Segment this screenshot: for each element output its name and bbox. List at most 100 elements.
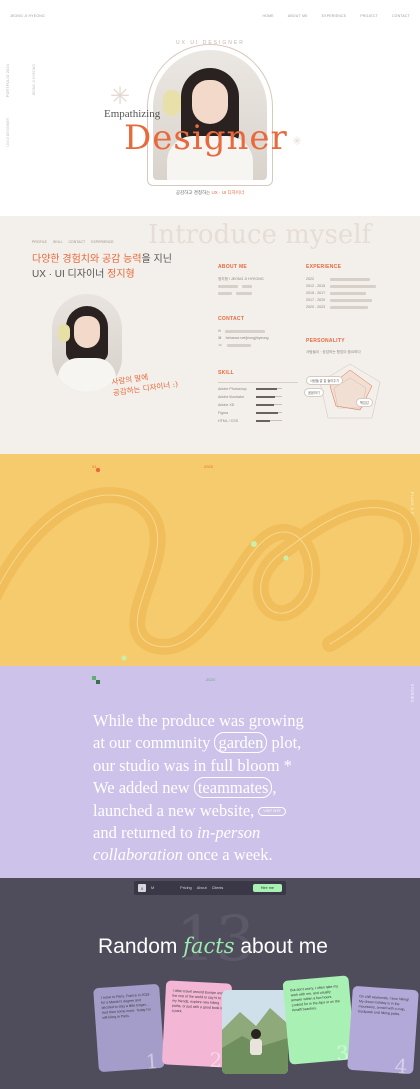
skill-row: Adobe Illustrator: [218, 393, 298, 401]
story-line: our studio was in full bloom *: [93, 755, 292, 775]
nav-item-about[interactable]: ABOUT ME: [288, 14, 308, 18]
curved-label: UX UI DESIGNER: [176, 40, 245, 46]
about-crumbs: PROFILE SKILL CONTACT EXPERIENCE: [32, 240, 114, 244]
fact-card[interactable]: I move to Paris, France in 2019 for a Ma…: [93, 983, 165, 1073]
sparkle-small-icon: ✳: [292, 134, 303, 148]
skill-title: SKILL: [218, 370, 234, 376]
fact-text: I often travel around Europe and the res…: [171, 988, 224, 1014]
contact-email[interactable]: behance.net/jeongjihyeong: [226, 335, 269, 342]
floating-nav: X M Pricing About Clients Hire me: [134, 881, 286, 895]
crumb-skill[interactable]: SKILL: [53, 240, 63, 244]
about-name: 정지형 / JEONG JI HYEONG: [218, 277, 264, 281]
personality-tag: 사람들 말 잘 들어주기: [306, 376, 344, 385]
personality-tag: 꼼꼼하기: [304, 388, 324, 397]
side-label-top: PORTFOLIO 2024: [6, 64, 10, 98]
hire-me-button[interactable]: Hire me: [252, 884, 282, 892]
yellow-dot: [95, 467, 101, 473]
about-line: [218, 290, 288, 297]
nav-menu: HOME ABOUT ME EXPERIENCE PROJECT CONTACT: [262, 14, 410, 18]
skill-row: Figma: [218, 409, 298, 417]
experience-year: 2017 - 2020: [306, 298, 326, 302]
purple-year: 2023: [206, 677, 215, 682]
mail-icon: ✉: [218, 329, 222, 333]
nav-item-home[interactable]: HOME: [262, 14, 273, 18]
facts-title: Random facts about me: [98, 934, 328, 959]
yellow-section: 01 2023 PLANS & STORIES: [0, 454, 420, 666]
story-text: once a week.: [182, 845, 273, 865]
fact-number: 1: [144, 1049, 160, 1073]
ribbon-path: [0, 487, 420, 655]
fact-number: 2: [208, 1047, 223, 1068]
teammates-pill[interactable]: teammates: [193, 777, 273, 799]
handwritten-quote: 사람의 말에 공감하는 디자이너 :): [111, 368, 179, 399]
fact-text: On chill weekends, I love hiking! My dre…: [358, 994, 410, 1017]
top-nav: JEONG JI HYEONG HOME ABOUT ME EXPERIENCE…: [10, 14, 410, 22]
garden-pill[interactable]: garden: [214, 732, 268, 754]
story-emphasis: in-person: [197, 823, 261, 843]
experience-year: 2012 - 2015: [306, 284, 326, 288]
skill-level-bar: [256, 387, 278, 390]
about-headline: 다양한 경험치와 공감 능력을 지닌 UX · UI 디자이너 정지형: [32, 252, 172, 282]
personality-tag: 책임감: [356, 398, 373, 407]
brand-logo[interactable]: JEONG JI HYEONG: [10, 14, 45, 18]
experience-year: 2022: [306, 277, 314, 281]
green-dot: [121, 655, 127, 661]
nav-link-clients[interactable]: Clients: [212, 886, 224, 890]
skill-name: Adobe XD: [218, 402, 235, 407]
hero-subtitle-text: 공감하고 경청하는: [175, 190, 211, 195]
ghost-heading: Introduce myself: [148, 220, 372, 250]
nav-mark[interactable]: M: [151, 886, 154, 890]
green-dot: [283, 555, 289, 561]
fact-photo-card: [222, 990, 288, 1074]
experience-title: EXPERIENCE: [306, 264, 342, 270]
skill-level-bar: [256, 419, 271, 422]
purple-side-label: STORIES: [410, 684, 414, 703]
title-text: about me: [234, 935, 328, 958]
skill-level-bar: [256, 403, 275, 406]
nav-link-about[interactable]: About: [197, 886, 207, 890]
story-line: While the produce was growing: [93, 711, 304, 730]
nav-item-project[interactable]: PROJECT: [360, 14, 378, 18]
hero-designer-title: Designer: [124, 118, 288, 158]
headline-highlight-1: 다양한 경험치와 공감 능력: [32, 254, 142, 265]
personality-block: PERSONALITY 사람들이 · 공감하는 협업이 중요하다: [306, 338, 396, 355]
about-section: Introduce myself PROFILE SKILL CONTACT E…: [0, 216, 420, 454]
phone-icon: ☏: [218, 343, 223, 347]
personality-subtitle: 사람들이 · 공감하는 협업이 중요하다: [306, 350, 361, 354]
crumb-profile[interactable]: PROFILE: [32, 240, 47, 244]
hero-subtitle: 공감하고 경청하는 UX · UI 디자이너: [0, 190, 420, 196]
fact-card[interactable]: On chill weekends, I love hiking! My dre…: [347, 985, 419, 1075]
skill-level-bar: [256, 411, 279, 414]
skill-row: Adobe Photoshop: [218, 385, 298, 393]
contact-phone: ✉: [218, 328, 288, 335]
fact-card[interactable]: But don't worry, I often take my work wi…: [282, 975, 356, 1065]
crumb-contact[interactable]: CONTACT: [69, 240, 86, 244]
hero-section: JEONG JI HYEONG HOME ABOUT ME EXPERIENCE…: [0, 0, 420, 216]
story-text: and returned to: [93, 823, 198, 843]
fact-text: I move to Paris, France in 2019 for a Ma…: [100, 992, 152, 1020]
close-icon[interactable]: X: [138, 884, 146, 892]
nav-link-pricing[interactable]: Pricing: [180, 886, 192, 890]
green-dot: [251, 541, 257, 547]
headline-text-2: UX · UI 디자이너: [32, 269, 108, 280]
nav-item-experience[interactable]: EXPERIENCE: [322, 14, 347, 18]
headline-name: 정지형: [107, 269, 135, 280]
headline-text-1: 을 지닌: [141, 254, 172, 265]
hero-portrait: [153, 50, 267, 180]
skill-level-bar: [256, 395, 276, 398]
about-line: [218, 283, 288, 290]
experience-year: 2020 - 2023: [306, 305, 326, 309]
story-text: plot,: [267, 733, 302, 753]
contact-link[interactable]: ⌘ behance.net/jeongjihyeong: [218, 335, 288, 342]
skill-name: Adobe Photoshop: [218, 386, 247, 391]
visit-site-button[interactable]: VISIT SITE: [258, 807, 286, 817]
nav-item-contact[interactable]: CONTACT: [392, 14, 410, 18]
skill-row: HTML / CSS: [218, 417, 298, 425]
story-text: We added new: [93, 778, 194, 798]
sparkle-icon: ✳: [110, 83, 131, 110]
hero-subtitle-highlight: UX · UI 디자이너: [211, 190, 245, 195]
side-label-right: JEONG JI HYEONG: [32, 64, 36, 96]
crumb-experience[interactable]: EXPERIENCE: [91, 240, 114, 244]
experience-row: 2020 - 2023: [306, 304, 396, 311]
experience-row: 2015 - 2017: [306, 290, 396, 297]
